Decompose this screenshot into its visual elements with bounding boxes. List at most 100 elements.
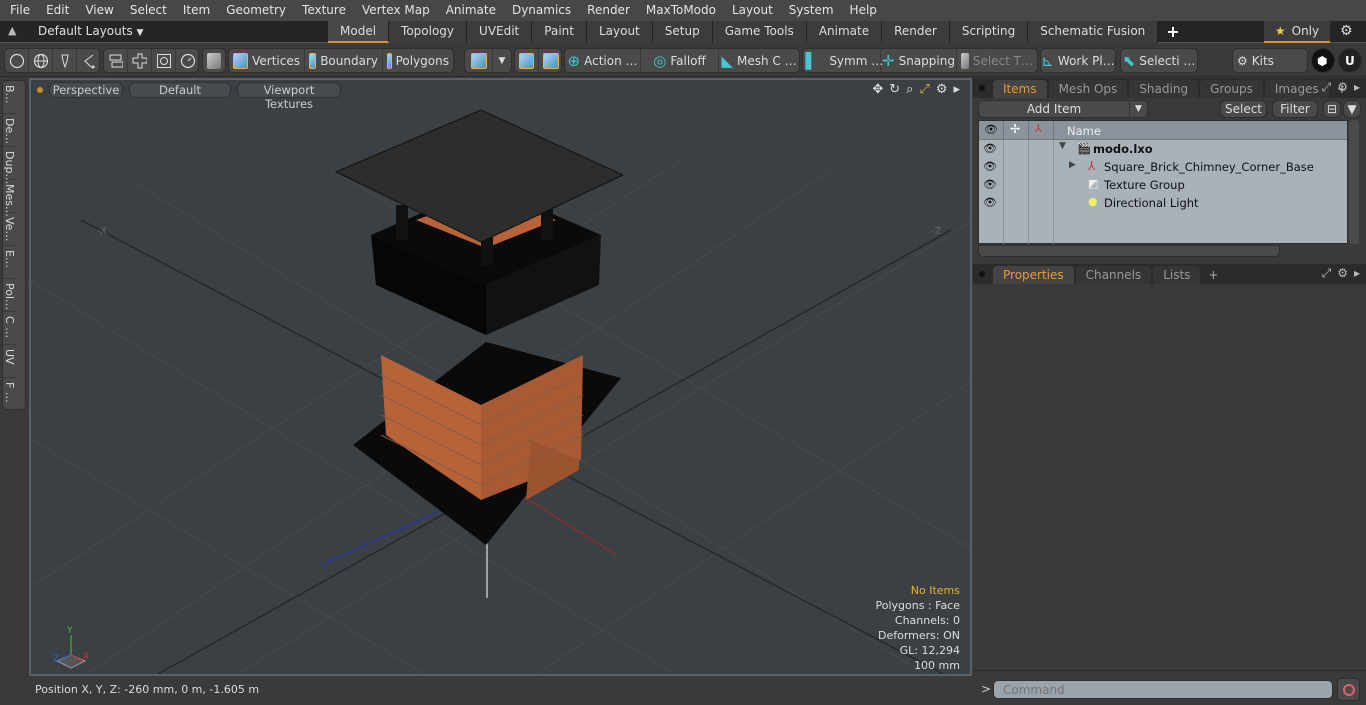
tab-schematic-fusion[interactable]: Schematic Fusion	[1028, 21, 1159, 43]
tree-row-texture-group[interactable]: 👁 ◩ Texture Group	[979, 176, 1347, 194]
collapse-list-icon[interactable]: ⊟	[1323, 100, 1341, 118]
collapse-up-icon[interactable]: ▲	[8, 24, 16, 37]
gear-icon[interactable]: ⚙	[1337, 266, 1348, 281]
chevron-down-icon[interactable]: ▼	[1129, 101, 1147, 117]
funnel-filter-icon[interactable]: ▼	[1343, 100, 1361, 118]
left-tab-polygon[interactable]: Pol…	[3, 279, 16, 312]
snapping-button[interactable]: ✛ Snapping	[881, 49, 957, 72]
tab-channels[interactable]: Channels	[1075, 266, 1152, 284]
only-button[interactable]: ★ Only	[1264, 21, 1330, 43]
move-icon[interactable]: ✥	[872, 82, 883, 97]
symmetry-button[interactable]: ▐ Symm …	[800, 49, 883, 72]
expand-triangle-icon[interactable]: ▶	[1069, 160, 1076, 170]
gear-icon[interactable]: ⚙	[936, 82, 948, 97]
left-tab-duplicate[interactable]: Dup…	[3, 147, 16, 184]
shading-default-button[interactable]: Default	[129, 82, 231, 98]
kits-button[interactable]: ⚙ Kits	[1233, 49, 1307, 72]
panel-dot-icon[interactable]	[979, 271, 985, 277]
menu-render[interactable]: Render	[579, 0, 638, 21]
panel-dot-icon[interactable]	[979, 85, 985, 91]
visibility-eye-icon[interactable]: 👁	[983, 160, 997, 174]
tree-scrollbar[interactable]	[1349, 120, 1359, 244]
unwrap-icon[interactable]	[128, 49, 152, 72]
left-tab-curve[interactable]: C …	[3, 312, 16, 345]
tree-row-modo-lxo[interactable]: 👁 ▼ 🎬 modo.lxo	[979, 140, 1347, 158]
viewport-status-dot[interactable]	[37, 87, 43, 93]
tab-scripting[interactable]: Scripting	[949, 21, 1029, 43]
tab-lists[interactable]: Lists	[1153, 266, 1201, 284]
maximize-icon[interactable]: ⤢	[919, 82, 929, 97]
menu-texture[interactable]: Texture	[294, 0, 354, 21]
name-column-header[interactable]: Name	[1067, 124, 1101, 138]
lock-column-icon[interactable]: ✢	[1004, 121, 1029, 139]
visibility-eye-icon[interactable]: 👁	[983, 178, 997, 192]
viewport-textures-button[interactable]: Viewport Textures	[237, 82, 341, 111]
add-panel-tab-button[interactable]: +	[1202, 266, 1224, 284]
center-icon[interactable]	[515, 49, 539, 72]
zoom-icon[interactable]: ⌕	[906, 82, 913, 97]
menu-geometry[interactable]: Geometry	[218, 0, 294, 21]
tab-items[interactable]: Items	[993, 80, 1047, 98]
left-tab-basic[interactable]: B…	[3, 81, 16, 114]
menu-layout[interactable]: Layout	[724, 0, 781, 21]
boundary-button[interactable]: Boundary	[305, 49, 383, 72]
tab-paint[interactable]: Paint	[532, 21, 587, 43]
menu-dynamics[interactable]: Dynamics	[504, 0, 579, 21]
gear-icon[interactable]: ⚙	[1337, 80, 1348, 95]
left-tab-edge[interactable]: E…	[3, 246, 16, 279]
record-macro-button[interactable]	[1337, 678, 1360, 701]
tree-horizontal-scrollbar[interactable]	[978, 245, 1280, 257]
filter-button[interactable]: Filter	[1272, 100, 1318, 118]
default-layouts-dropdown[interactable]: Default Layouts ▼	[38, 24, 143, 38]
left-tab-deform[interactable]: De…	[3, 114, 16, 147]
visibility-column-icon[interactable]: 👁	[979, 121, 1004, 139]
left-tab-mesh-edit[interactable]: Mes…	[3, 180, 16, 217]
tab-setup[interactable]: Setup	[652, 21, 713, 43]
menu-view[interactable]: View	[77, 0, 121, 21]
bezier-icon[interactable]	[77, 49, 101, 72]
visibility-eye-icon[interactable]: 👁	[983, 196, 997, 210]
menu-select[interactable]: Select	[122, 0, 175, 21]
polygons-button[interactable]: Polygons	[383, 49, 453, 72]
visibility-eye-icon[interactable]: 👁	[983, 142, 997, 156]
tab-groups[interactable]: Groups	[1200, 80, 1263, 98]
tab-uvedit[interactable]: UVEdit	[467, 21, 533, 43]
globe-icon[interactable]	[29, 49, 53, 72]
action-button[interactable]: ⊕ Action …	[565, 49, 641, 72]
item-mode-button[interactable]	[203, 49, 225, 72]
tab-layout[interactable]: Layout	[586, 21, 653, 43]
menu-edit[interactable]: Edit	[38, 0, 77, 21]
expand-arrow-icon[interactable]: ▸	[1354, 266, 1360, 281]
add-item-button[interactable]: Add Item ▼	[978, 100, 1148, 118]
menu-file[interactable]: File	[0, 0, 38, 21]
expand-arrow-icon[interactable]: ▸	[1354, 80, 1360, 95]
clock-icon[interactable]	[176, 49, 200, 72]
mesh-constraint-button[interactable]: ◣ Mesh C …	[719, 49, 799, 72]
selection-sets-button[interactable]: ⬉ Selecti …	[1121, 49, 1197, 72]
maximize-icon[interactable]: ⤢	[1322, 80, 1332, 95]
add-tab-button[interactable]: +	[1158, 21, 1187, 43]
left-tab-fusion[interactable]: F …	[3, 378, 16, 411]
tree-row-directional-light[interactable]: 👁 ● Directional Light	[979, 194, 1347, 212]
unreal-button[interactable]: U	[1338, 48, 1362, 73]
menu-maxtomodo[interactable]: MaxToModo	[638, 0, 724, 21]
align-icon[interactable]	[104, 49, 128, 72]
tab-images[interactable]: Images	[1264, 80, 1329, 98]
menu-help[interactable]: Help	[842, 0, 885, 21]
menu-system[interactable]: System	[781, 0, 842, 21]
vertices-button[interactable]: Vertices	[229, 49, 305, 72]
select-button[interactable]: Select	[1220, 100, 1267, 118]
rotate-icon[interactable]: ↻	[889, 82, 900, 97]
pivot-icon[interactable]	[539, 49, 563, 72]
type-column-icon[interactable]: ⅄	[1029, 121, 1054, 139]
circle-select-icon[interactable]	[5, 49, 29, 72]
tab-topology[interactable]: Topology	[389, 21, 468, 43]
pen-icon[interactable]	[53, 49, 77, 72]
material-dropdown-icon[interactable]: ▼	[493, 49, 511, 72]
tab-render[interactable]: Render	[882, 21, 950, 43]
tab-animate[interactable]: Animate	[806, 21, 883, 43]
maximize-icon[interactable]: ⤢	[1322, 266, 1332, 281]
gear-icon[interactable]: ⚙	[1340, 23, 1353, 39]
left-tab-uv[interactable]: UV	[3, 345, 16, 378]
tree-row-chimney-mesh[interactable]: 👁 ▶ ⅄ Square_Brick_Chimney_Corner_Base	[979, 158, 1347, 176]
